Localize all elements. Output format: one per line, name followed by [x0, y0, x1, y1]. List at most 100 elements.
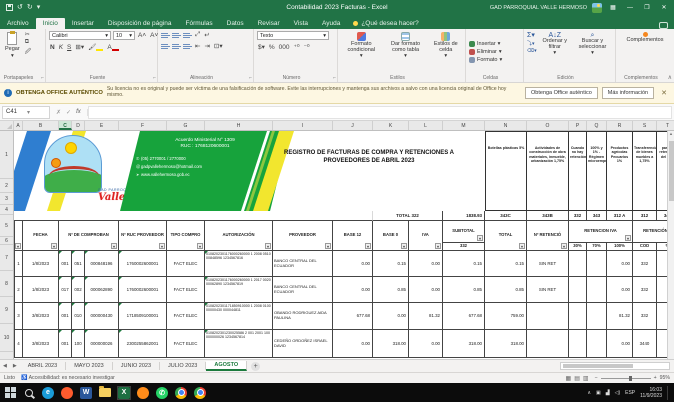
ribbon-tab-insertar[interactable]: Insertar: [65, 18, 101, 29]
ribbon-tab-ayuda[interactable]: Ayuda: [315, 18, 347, 29]
new-sheet-button[interactable]: +: [251, 362, 260, 371]
cell-p100[interactable]: 0.00: [607, 277, 633, 303]
cell-p70[interactable]: [587, 330, 607, 358]
filter-dropdown-icon[interactable]: ▾: [265, 243, 271, 249]
chrome-2-icon[interactable]: [194, 387, 206, 399]
account-name[interactable]: GAD PARROQUIAL VALLE HERMOSO: [490, 5, 587, 11]
header-subtotal[interactable]: SUBTOTAL▾: [443, 221, 485, 243]
header-base12[interactable]: BASE 12▾: [333, 221, 373, 251]
format-painter-icon[interactable]: 🖉: [25, 47, 31, 57]
word-icon[interactable]: W: [80, 387, 92, 399]
file-explorer-icon[interactable]: [99, 387, 111, 399]
more-info-button[interactable]: Más información: [602, 87, 654, 99]
cell-iva[interactable]: 81.32: [409, 303, 443, 330]
retention-code-cell[interactable]: 343C: [485, 211, 527, 221]
filter-dropdown-icon[interactable]: ▾: [401, 243, 407, 249]
conditional-formatting-button[interactable]: Formato condicional▾: [341, 31, 382, 60]
page-break-view-icon[interactable]: ▥: [583, 375, 589, 382]
delete-cells-button[interactable]: Eliminar ▾: [469, 49, 502, 55]
save-icon[interactable]: [6, 4, 13, 11]
header-100[interactable]: 100%: [607, 243, 633, 251]
header-ruc-proveedor[interactable]: Nº RUC PROVEEDOR▾: [119, 221, 167, 251]
cancel-icon[interactable]: ✗: [56, 109, 61, 116]
cell-base0[interactable]: 318.00: [373, 330, 409, 358]
header-total[interactable]: TOTAL▾: [485, 221, 527, 251]
cell-p100[interactable]: 81.32: [607, 303, 633, 330]
column-header-I[interactable]: I: [273, 121, 333, 130]
decrease-indent-icon[interactable]: ⇤: [194, 42, 201, 50]
align-left-icon[interactable]: [161, 43, 170, 50]
column-header-K[interactable]: K: [373, 121, 409, 130]
sheet-tab-julio-2023[interactable]: JULIO 2023: [160, 362, 206, 370]
accounting-format-icon[interactable]: $▾: [257, 43, 266, 51]
cell-aut[interactable]: 0108202301171850910000 1 2008 0100000004…: [205, 303, 273, 330]
cell-pto[interactable]: 051: [72, 251, 85, 277]
horizontal-scrollbar[interactable]: [560, 362, 670, 370]
header-autorizacion[interactable]: AUTORIZACIÓN▾: [205, 221, 273, 251]
excel-icon[interactable]: X: [118, 387, 130, 399]
column-header-B[interactable]: B: [23, 121, 59, 130]
filter-dropdown-icon[interactable]: ▾: [51, 243, 57, 249]
insert-function-icon[interactable]: fx: [76, 109, 81, 116]
cell-p30[interactable]: [569, 277, 587, 303]
row-header-1[interactable]: 1: [0, 131, 13, 179]
restore-button[interactable]: ❐: [641, 4, 653, 11]
underline-button[interactable]: S: [66, 44, 72, 51]
cell-styles-button[interactable]: Estilos de celda▾: [430, 31, 462, 60]
tell-me-search[interactable]: ¿Qué desea hacer?: [347, 18, 424, 29]
dismiss-warning-icon[interactable]: ✕: [658, 89, 670, 97]
header-proveedor[interactable]: PROVEEDOR▾: [273, 221, 333, 251]
edge-icon[interactable]: e: [42, 387, 54, 399]
cell-tipo[interactable]: FACT ELEC: [167, 303, 205, 330]
cell-fecha[interactable]: 1/8/2023: [23, 251, 59, 277]
cell-cod[interactable]: 332: [633, 303, 657, 330]
formula-input[interactable]: [88, 106, 672, 119]
alignment-dialog-launcher[interactable]: ⌐: [249, 75, 252, 81]
insert-cells-button[interactable]: Insertar ▾: [469, 41, 500, 47]
customize-qat-icon[interactable]: ▾: [37, 4, 41, 11]
horizontal-scrollbar-thumb[interactable]: [563, 364, 633, 368]
cell-nret[interactable]: [527, 303, 569, 330]
orientation-icon[interactable]: ⤢: [194, 31, 201, 39]
cell-p70[interactable]: [587, 251, 607, 277]
cell-p30[interactable]: [569, 303, 587, 330]
filter-dropdown-icon[interactable]: ▾: [519, 243, 525, 249]
clipboard-dialog-launcher[interactable]: ⌐: [41, 75, 44, 81]
tray-shield-icon[interactable]: ▣: [596, 390, 601, 396]
cell-ruc[interactable]: 2300255862001: [119, 330, 167, 358]
tray-volume-icon[interactable]: ◁): [615, 390, 621, 396]
merge-center-icon[interactable]: ⊡▾: [213, 42, 224, 50]
cell-nret[interactable]: SIN RET: [527, 277, 569, 303]
cell-base12[interactable]: 677.68: [333, 303, 373, 330]
align-top-icon[interactable]: [161, 32, 170, 39]
show-desktop-button[interactable]: [667, 386, 670, 400]
grow-font-icon[interactable]: A˄: [137, 32, 147, 39]
cell-prov[interactable]: CEDEÑO ORDOÑEZ ISRAEL DAVID: [273, 330, 333, 358]
cell-ruc[interactable]: 1760002600001: [119, 277, 167, 303]
cell-ruc[interactable]: 1718509100001: [119, 303, 167, 330]
select-all-corner[interactable]: [0, 121, 14, 130]
find-select-button[interactable]: ⌕ Buscar y seleccionar▾: [573, 31, 612, 58]
row-header-4[interactable]: 4: [0, 205, 13, 215]
cell-n[interactable]: 1: [14, 251, 23, 277]
cell-sec[interactable]: 000848196: [85, 251, 119, 277]
cell-iva[interactable]: 0.00: [409, 330, 443, 358]
comments-icon[interactable]: [659, 22, 668, 29]
row-header-2[interactable]: 2: [0, 179, 13, 193]
cell-fecha[interactable]: 3/8/2023: [23, 303, 59, 330]
header-num-retencion[interactable]: Nº RETENCIÓ▾: [527, 221, 569, 251]
ribbon-tab-vista[interactable]: Vista: [287, 18, 315, 29]
cell-n[interactable]: 2: [14, 277, 23, 303]
column-header-D[interactable]: D: [72, 121, 85, 130]
zoom-slider[interactable]: [601, 378, 651, 379]
cell-estab[interactable]: 017: [59, 277, 72, 303]
total-value-cell[interactable]: 1838.93: [443, 211, 485, 221]
clear-icon[interactable]: ⌫▾: [527, 48, 537, 54]
cell-base0[interactable]: 0.85: [373, 277, 409, 303]
filter-dropdown-icon[interactable]: ▾: [325, 243, 331, 249]
borders-icon[interactable]: ⊞▾: [74, 43, 85, 51]
cell-prov[interactable]: OBANDO RODRIGUEZ AIDA PAULINA: [273, 303, 333, 330]
cell-total[interactable]: 759.00: [485, 303, 527, 330]
cell-total[interactable]: 318.00: [485, 330, 527, 358]
retention-code-cell[interactable]: 343: [587, 211, 607, 221]
